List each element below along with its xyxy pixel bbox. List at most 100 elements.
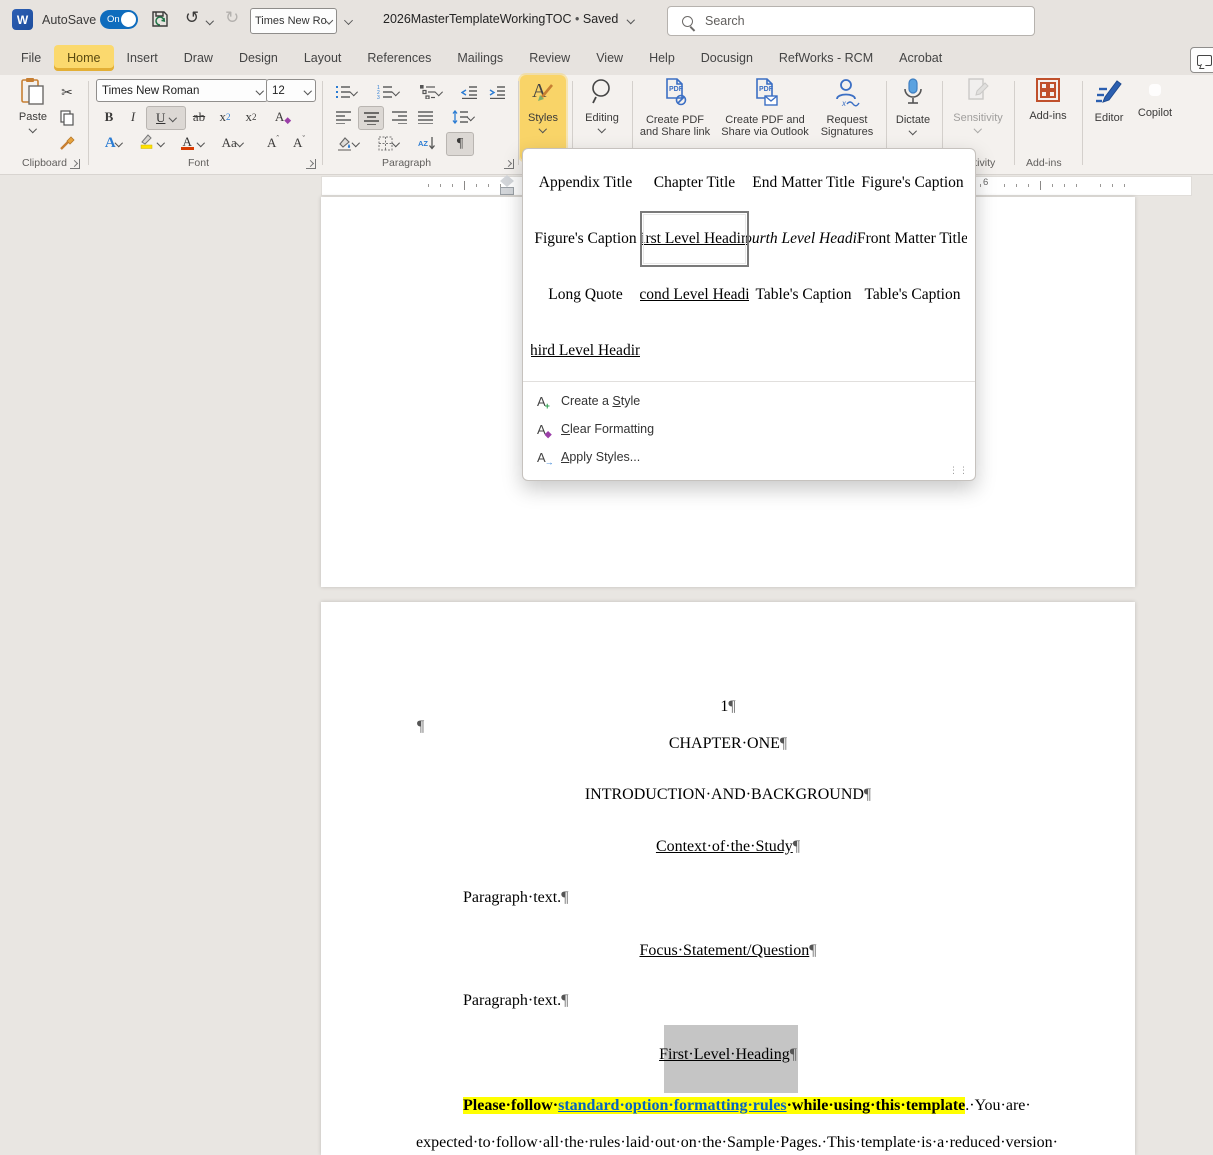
notice-post: ·while·using·this·template: [787, 1097, 966, 1114]
editing-chevron: [598, 125, 606, 133]
menu-item-create-a-style[interactable]: A+Create a Style: [523, 387, 975, 415]
tab-acrobat[interactable]: Acrobat: [886, 45, 955, 71]
numbering-button[interactable]: 123: [372, 81, 404, 103]
tab-help[interactable]: Help: [636, 45, 688, 71]
superscript-2: 2: [252, 112, 257, 122]
create-pdf-share-outlook-button[interactable]: PDF Create PDF andShare via Outlook: [714, 77, 816, 151]
style-gallery-item[interactable]: Table's Caption: [749, 267, 858, 323]
editor-button[interactable]: Editor: [1088, 77, 1130, 151]
document-title[interactable]: 2026MasterTemplateWorkingTOC • Saved: [383, 12, 633, 26]
style-gallery-item[interactable]: Figure's Caption: [531, 211, 640, 267]
grow-font-button[interactable]: Aˆ: [262, 132, 284, 154]
highlight-color-button[interactable]: [136, 132, 168, 154]
multilevel-list-button[interactable]: [414, 81, 448, 103]
justify-button[interactable]: [414, 106, 436, 128]
bold-button[interactable]: B: [98, 106, 120, 128]
undo-icon[interactable]: ↺: [185, 8, 199, 28]
tab-file[interactable]: File: [8, 45, 54, 71]
copilot-button[interactable]: Copilot: [1130, 77, 1180, 151]
decrease-indent-button[interactable]: [458, 81, 480, 103]
style-gallery-item[interactable]: Table's Caption: [858, 267, 967, 323]
tab-references[interactable]: References: [354, 45, 444, 71]
align-right-button[interactable]: [388, 106, 410, 128]
comments-button[interactable]: [1190, 47, 1213, 73]
format-painter-button[interactable]: [56, 133, 78, 155]
tab-home[interactable]: Home: [54, 45, 113, 71]
style-gallery-item[interactable]: Front Matter Title: [858, 211, 967, 267]
dictate-button[interactable]: Dictate: [890, 77, 936, 151]
tab-insert[interactable]: Insert: [114, 45, 171, 71]
editing-button[interactable]: Editing: [578, 77, 626, 151]
tab-layout[interactable]: Layout: [291, 45, 355, 71]
style-gallery-item[interactable]: Chapter Title: [640, 155, 749, 211]
strikethrough-button[interactable]: ab: [188, 106, 210, 128]
menu-item-apply-styles-[interactable]: A→Apply Styles...: [523, 443, 975, 471]
addins-grid-icon: [1035, 77, 1061, 106]
style-gallery-item[interactable]: Second Level Heading: [640, 267, 749, 323]
tab-mailings[interactable]: Mailings: [444, 45, 516, 71]
shrink-font-button[interactable]: Aˇ: [288, 132, 310, 154]
undo-dropdown-chevron[interactable]: [206, 17, 214, 25]
menu-item-clear-formatting[interactable]: A◆Clear Formatting: [523, 415, 975, 443]
font-dialog-launcher[interactable]: [306, 159, 316, 169]
tab-refworks-rcm[interactable]: RefWorks - RCM: [766, 45, 886, 71]
shading-button[interactable]: [332, 132, 364, 154]
clear-all-formatting-button[interactable]: A◆: [272, 106, 294, 128]
style-gallery-item[interactable]: Figure's Caption: [858, 155, 967, 211]
word-logo-icon[interactable]: W: [12, 9, 33, 30]
paste-button[interactable]: Paste: [12, 77, 54, 151]
text-effects-button[interactable]: A: [98, 132, 128, 154]
create-pdf-share-link-button[interactable]: PDF Create PDFand Share link: [638, 77, 712, 151]
formatting-rules-link[interactable]: standard·option·formatting·rules: [558, 1097, 786, 1114]
clipboard-dialog-launcher[interactable]: [70, 159, 80, 169]
align-center-button[interactable]: [358, 106, 384, 130]
apply-styles-icon: A→: [537, 450, 561, 465]
style-gallery-item[interactable]: First Level Heading: [640, 211, 749, 267]
request-signatures-button[interactable]: x RequestSignatures: [818, 77, 876, 151]
quick-access-font-box[interactable]: Times New Ro: [250, 8, 337, 34]
copy-button[interactable]: [56, 107, 78, 129]
change-case-button[interactable]: Aa: [216, 132, 248, 154]
page-number-line: 1¶: [321, 698, 1135, 716]
increase-indent-button[interactable]: [486, 81, 508, 103]
paragraph-text-line-2: Paragraph·text.¶: [463, 992, 568, 1010]
indent-markers[interactable]: [500, 175, 515, 195]
font-name-combo[interactable]: Times New Roman: [96, 79, 268, 102]
search-box[interactable]: Search: [667, 6, 1035, 36]
sensitivity-icon: [965, 77, 991, 108]
quick-access-overflow-chevron[interactable]: [344, 16, 353, 25]
paragraph-dialog-launcher[interactable]: [504, 159, 514, 169]
bullets-button[interactable]: [330, 81, 362, 103]
show-formatting-marks-button[interactable]: ¶: [446, 132, 474, 156]
autosave-label: AutoSave: [42, 13, 96, 27]
cut-button[interactable]: ✂: [56, 81, 78, 103]
underline-button[interactable]: U: [146, 106, 186, 130]
superscript-button[interactable]: x2: [240, 106, 262, 128]
align-left-button[interactable]: [332, 106, 354, 128]
font-size-combo[interactable]: 12: [266, 79, 316, 102]
tab-view[interactable]: View: [583, 45, 636, 71]
font-color-button[interactable]: A: [176, 132, 208, 154]
styles-button[interactable]: A Styles: [524, 77, 562, 151]
style-gallery-item[interactable]: Third Level Heading: [531, 323, 640, 379]
quick-font-value: Times New Ro: [255, 15, 327, 27]
line-spacing-button[interactable]: [446, 106, 480, 128]
tab-review[interactable]: Review: [516, 45, 583, 71]
dropdown-separator: [523, 381, 975, 382]
style-gallery-item[interactable]: Long Quote: [531, 267, 640, 323]
save-icon[interactable]: [150, 9, 170, 29]
tab-docusign[interactable]: Docusign: [688, 45, 766, 71]
autosave-toggle[interactable]: On: [100, 10, 138, 29]
sort-button[interactable]: AZ: [414, 132, 440, 154]
resize-grip[interactable]: ⋮⋮: [949, 465, 969, 476]
page-2[interactable]: 1¶ ¶ CHAPTER·ONE¶ INTRODUCTION·AND·BACKG…: [321, 602, 1135, 1155]
tab-design[interactable]: Design: [226, 45, 291, 71]
style-gallery-item[interactable]: Appendix Title: [531, 155, 640, 211]
style-gallery-item[interactable]: End Matter Title: [749, 155, 858, 211]
addins-button[interactable]: Add-ins: [1022, 77, 1074, 151]
subscript-button[interactable]: x2: [214, 106, 236, 128]
style-gallery-item[interactable]: Fourth Level Heading: [749, 211, 858, 267]
tab-draw[interactable]: Draw: [171, 45, 226, 71]
borders-button[interactable]: [372, 132, 404, 154]
italic-button[interactable]: I: [122, 106, 144, 128]
